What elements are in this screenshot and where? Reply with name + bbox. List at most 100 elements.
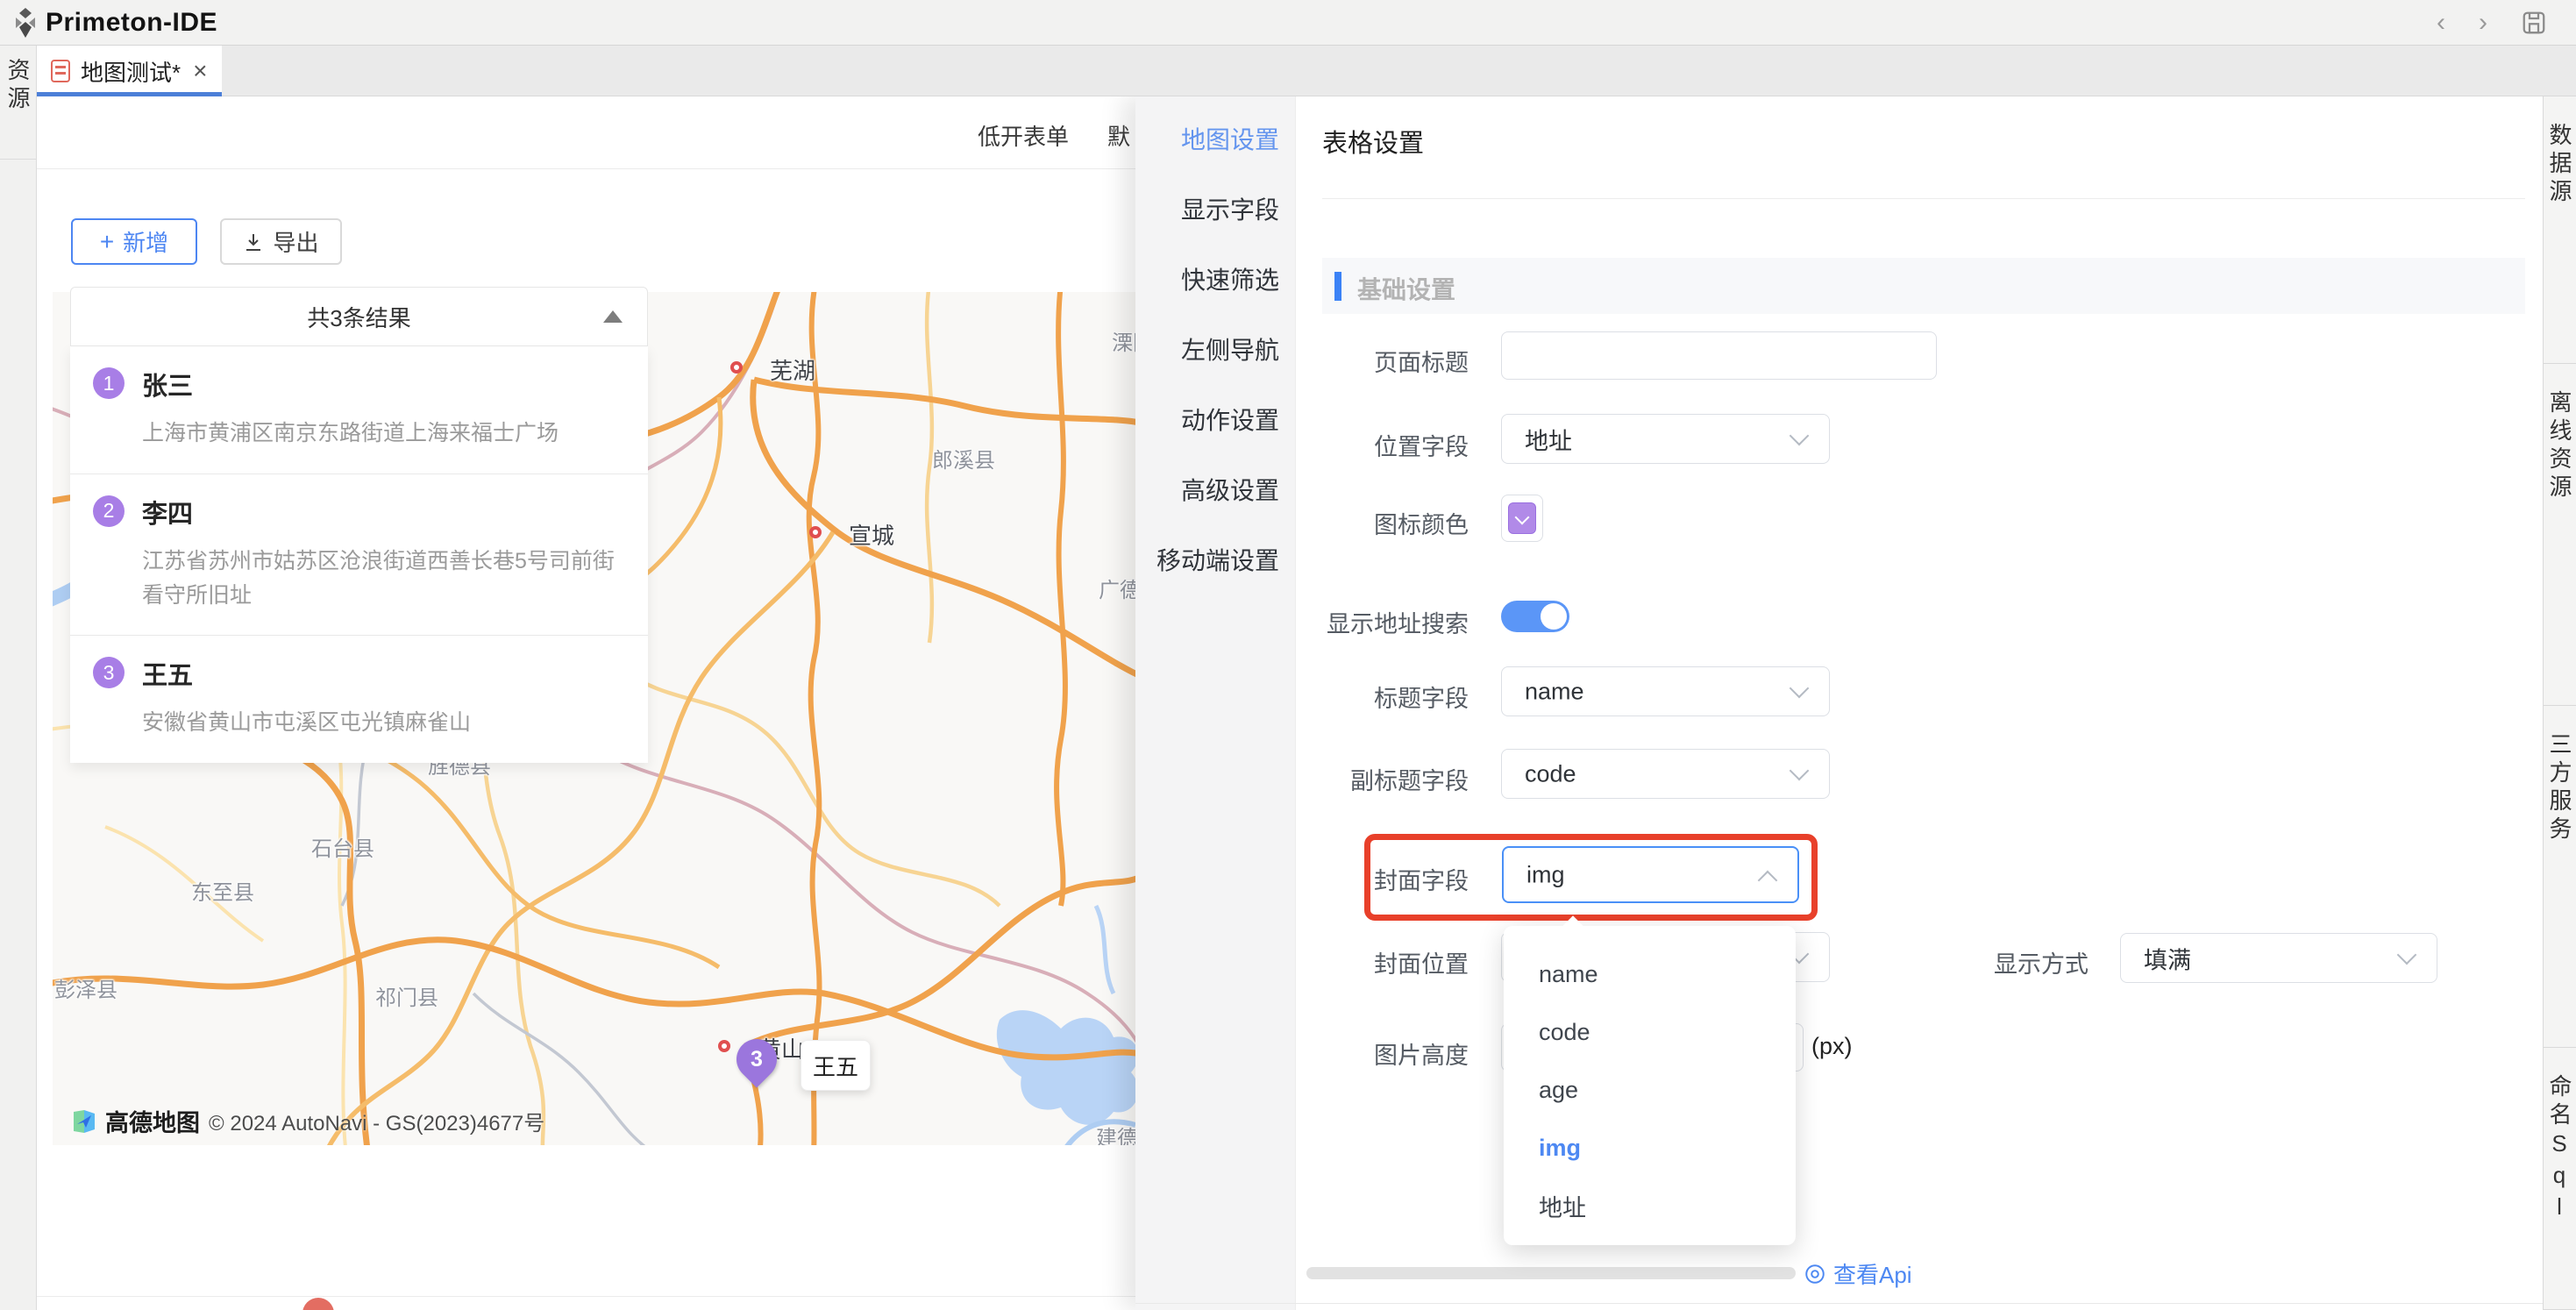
marker-index-badge: 1 [93, 367, 125, 399]
map-place-label: 溧阳 [1112, 325, 1135, 356]
export-button[interactable]: 导出 [220, 218, 342, 265]
icon-color-label: 图标颜色 [1206, 506, 1469, 540]
horizontal-scrollbar[interactable] [1306, 1267, 1796, 1279]
sidebar-item-resources[interactable]: 资源 [0, 46, 36, 160]
result-address: 安徽省黄山市屯溪区屯光镇麻雀山 [142, 706, 471, 740]
tab-strip: 地图测试* × [37, 46, 2576, 96]
map-marker-card[interactable]: 王五 [801, 1040, 871, 1091]
map-place-label: 建德市 [1096, 1121, 1135, 1145]
editor-canvas: 低开表单 默 [37, 96, 1135, 1310]
nav-back-icon[interactable]: ‹ [2425, 7, 2457, 39]
map-place-label: 宣城 [849, 518, 894, 551]
toggle-knob [1541, 603, 1567, 630]
location-field-select[interactable]: 地址 [1501, 414, 1830, 464]
subtitle-field-select[interactable]: code [1501, 749, 1830, 799]
sidebar-item-label: 数据源 [2544, 123, 2576, 363]
amap-logo-icon [72, 1108, 96, 1135]
sidebar-item-label: 离线资源 [2544, 390, 2576, 705]
map-place-label: 石台县 [311, 831, 374, 862]
eye-icon [1804, 1263, 1826, 1285]
plus-icon: + [100, 230, 114, 254]
settings-nav-item-2[interactable]: 快速筛选 [1139, 261, 1279, 296]
breadcrumb-default[interactable]: 默 [1107, 119, 1130, 152]
cover-position-label: 封面位置 [1206, 945, 1469, 979]
map-marker-pin[interactable]: 3 [728, 1030, 785, 1087]
canvas-toolbar: 低开表单 默 [37, 96, 1135, 169]
sidebar-item-2[interactable]: 三方服务 [2544, 706, 2576, 1048]
breadcrumb-low-code-form[interactable]: 低开表单 [978, 119, 1069, 152]
sidebar-item-0[interactable]: 数据源 [2544, 96, 2576, 364]
right-sidebar: 数据源离线资源三方服务命名Sql [2543, 96, 2576, 1310]
tab-close-icon[interactable]: × [193, 59, 207, 83]
cover-field-label: 封面字段 [1206, 862, 1469, 896]
result-list: 1张三上海市黄浦区南京东路街道上海来福士广场2李四江苏省苏州市姑苏区沧浪街道西善… [70, 346, 648, 763]
sidebar-item-1[interactable]: 离线资源 [2544, 364, 2576, 706]
dropdown-option-img[interactable]: img [1504, 1119, 1796, 1177]
add-button[interactable]: + 新增 [71, 218, 197, 265]
tab-map-test[interactable]: 地图测试* × [37, 46, 222, 96]
map-attribution-brand: 高德地图 [105, 1104, 200, 1138]
map-attribution: 高德地图 © 2024 AutoNavi - GS(2023)4677号 [72, 1104, 544, 1138]
chevron-down-icon [1790, 425, 1810, 445]
left-sidebar: 资源 [0, 46, 37, 1310]
page-title-input[interactable] [1501, 331, 1937, 380]
color-swatch [1508, 502, 1536, 534]
view-api-link[interactable]: 查看Api [1804, 1257, 1912, 1290]
display-mode-select[interactable]: 填满 [2120, 933, 2437, 983]
result-list-panel: 共3条结果 1张三上海市黄浦区南京东路街道上海来福士广场2李四江苏省苏州市姑苏区… [70, 287, 648, 763]
settings-nav-item-6[interactable]: 移动端设置 [1139, 542, 1279, 577]
list-item[interactable]: 1张三上海市黄浦区南京东路街道上海来福士广场 [70, 346, 648, 474]
title-field-label: 标题字段 [1206, 680, 1469, 714]
dropdown-option-age[interactable]: age [1504, 1061, 1796, 1119]
list-item[interactable]: 2李四江苏省苏州市姑苏区沧浪街道西善长巷5号司前街看守所旧址 [70, 474, 648, 637]
sidebar-item-label: 三方服务 [2544, 732, 2576, 1047]
address-search-toggle[interactable] [1501, 601, 1569, 632]
result-name: 张三 [142, 366, 559, 402]
map-place-label: 东至县 [191, 875, 254, 906]
subtitle-field-label: 副标题字段 [1206, 762, 1469, 796]
result-name: 李四 [142, 494, 625, 530]
dropdown-option-name[interactable]: name [1504, 945, 1796, 1003]
page-title-label: 页面标题 [1206, 344, 1469, 378]
map-attribution-text: © 2024 AutoNavi - GS(2023)4677号 [209, 1106, 544, 1136]
settings-nav-item-0[interactable]: 地图设置 [1139, 121, 1279, 156]
panel-divider [1322, 198, 2525, 199]
cover-field-dropdown: namecodeageimg地址 [1504, 926, 1796, 1245]
dropdown-option-地址[interactable]: 地址 [1504, 1177, 1796, 1235]
map-place-label: 芜湖 [770, 353, 815, 386]
map-place-label: 郎溪县 [932, 443, 995, 473]
section-title: 基础设置 [1357, 271, 1455, 306]
icon-color-picker[interactable] [1501, 495, 1543, 542]
chevron-down-icon [2397, 944, 2417, 965]
settings-bottom-divider [1135, 1303, 2543, 1304]
settings-nav-item-1[interactable]: 显示字段 [1139, 191, 1279, 226]
list-item[interactable]: 3 王五安徽省黄山市屯溪区屯光镇麻雀山 [70, 636, 648, 763]
dropdown-option-code[interactable]: code [1504, 1003, 1796, 1061]
address-search-label: 显示地址搜索 [1206, 605, 1469, 639]
chevron-down-icon [1790, 760, 1810, 780]
result-address: 江苏省苏州市姑苏区沧浪街道西善长巷5号司前街看守所旧址 [142, 545, 625, 613]
chevron-up-icon [1758, 870, 1778, 890]
title-bar: Primeton-IDE ‹ › [0, 0, 2576, 46]
settings-nav-item-5[interactable]: 高级设置 [1139, 472, 1279, 507]
app-logo-icon [11, 7, 40, 43]
bottom-red-badge [302, 1298, 334, 1310]
marker-index-badge: 3 [93, 657, 125, 688]
sidebar-item-label: 资源 [2, 58, 34, 159]
title-field-select[interactable]: name [1501, 666, 1830, 716]
panel-title: 表格设置 [1322, 123, 1424, 160]
cover-field-select[interactable]: img [1502, 846, 1799, 903]
nav-forward-icon[interactable]: › [2467, 7, 2499, 39]
section-accent-bar [1334, 272, 1341, 301]
download-icon [243, 231, 264, 253]
document-icon [51, 60, 70, 82]
result-count-label: 共3条结果 [307, 301, 410, 333]
result-count-header[interactable]: 共3条结果 [70, 287, 648, 346]
city-dot-icon [718, 1040, 730, 1052]
location-field-label: 位置字段 [1206, 428, 1469, 462]
map-place-label: 彭泽县 [54, 972, 117, 1003]
result-name: 王五 [142, 655, 471, 692]
save-icon[interactable] [2518, 7, 2550, 39]
collapse-triangle-icon[interactable] [603, 310, 623, 323]
sidebar-item-3[interactable]: 命名Sql [2544, 1048, 2576, 1310]
